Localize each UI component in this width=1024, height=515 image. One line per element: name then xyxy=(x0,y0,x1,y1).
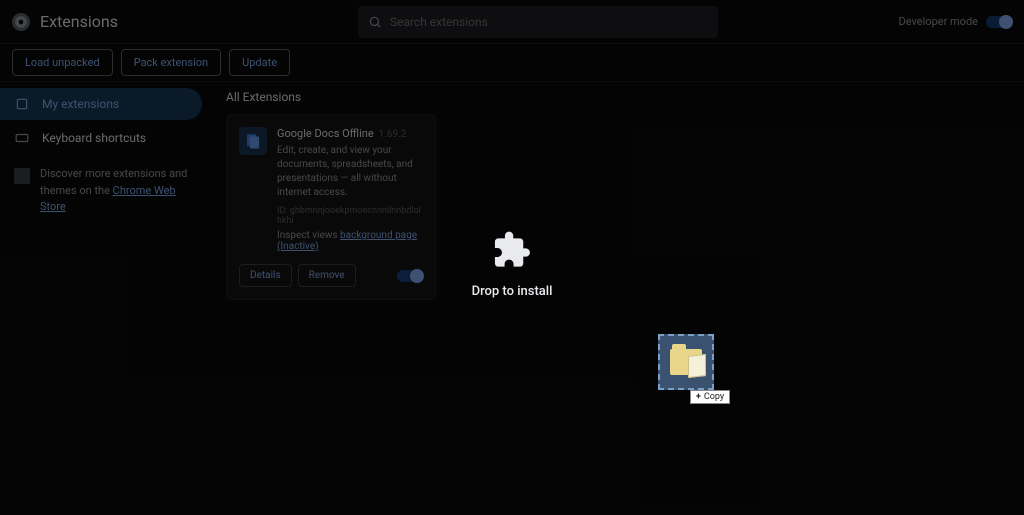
folder-icon xyxy=(670,349,702,375)
header-right: Developer mode xyxy=(899,15,1012,28)
main-content: All Extensions Google Docs Offline 1.69.… xyxy=(210,82,1024,515)
sidebar: My extensions Keyboard shortcuts Discove… xyxy=(0,82,210,515)
extension-inspect-views: Inspect views background page (Inactive) xyxy=(277,230,423,252)
sidebar-item-label: Keyboard shortcuts xyxy=(42,131,146,145)
extension-version: 1.69.2 xyxy=(379,129,407,140)
copy-badge: Copy xyxy=(690,390,730,404)
extension-name: Google Docs Offline xyxy=(277,127,374,140)
load-unpacked-button[interactable]: Load unpacked xyxy=(12,49,113,76)
header-left: Extensions xyxy=(12,12,118,31)
pack-extension-button[interactable]: Pack extension xyxy=(121,49,221,76)
developer-mode-toggle[interactable] xyxy=(986,16,1012,28)
extensions-icon xyxy=(14,96,30,112)
search-box[interactable] xyxy=(358,6,718,38)
remove-button[interactable]: Remove xyxy=(298,264,356,287)
search-icon xyxy=(368,15,382,29)
sidebar-item-label: My extensions xyxy=(42,97,119,111)
sidebar-item-keyboard-shortcuts[interactable]: Keyboard shortcuts xyxy=(0,122,202,154)
sidebar-item-my-extensions[interactable]: My extensions xyxy=(0,88,202,120)
search-input[interactable] xyxy=(390,15,708,29)
details-button[interactable]: Details xyxy=(239,264,292,287)
update-button[interactable]: Update xyxy=(229,49,290,76)
chrome-icon xyxy=(12,13,30,31)
developer-mode-label: Developer mode xyxy=(899,15,978,28)
extension-enable-toggle[interactable] xyxy=(397,270,423,282)
extension-id: ID: ghbmnnjooekpmoecnnnilnnbdlolhkhi xyxy=(277,206,423,226)
keyboard-icon xyxy=(14,130,30,146)
page-title: Extensions xyxy=(40,12,118,31)
extension-card: Google Docs Offline 1.69.2 Edit, create,… xyxy=(226,114,436,300)
header: Extensions Developer mode xyxy=(0,0,1024,44)
extension-description: Edit, create, and view your documents, s… xyxy=(277,144,423,200)
extension-icon xyxy=(239,127,267,155)
sidebar-discover: Discover more extensions and themes on t… xyxy=(0,156,202,216)
toolbar: Load unpacked Pack extension Update xyxy=(0,44,1024,82)
section-title: All Extensions xyxy=(226,90,1008,104)
chrome-web-store-icon xyxy=(14,168,30,184)
drag-ghost-folder xyxy=(658,334,714,390)
